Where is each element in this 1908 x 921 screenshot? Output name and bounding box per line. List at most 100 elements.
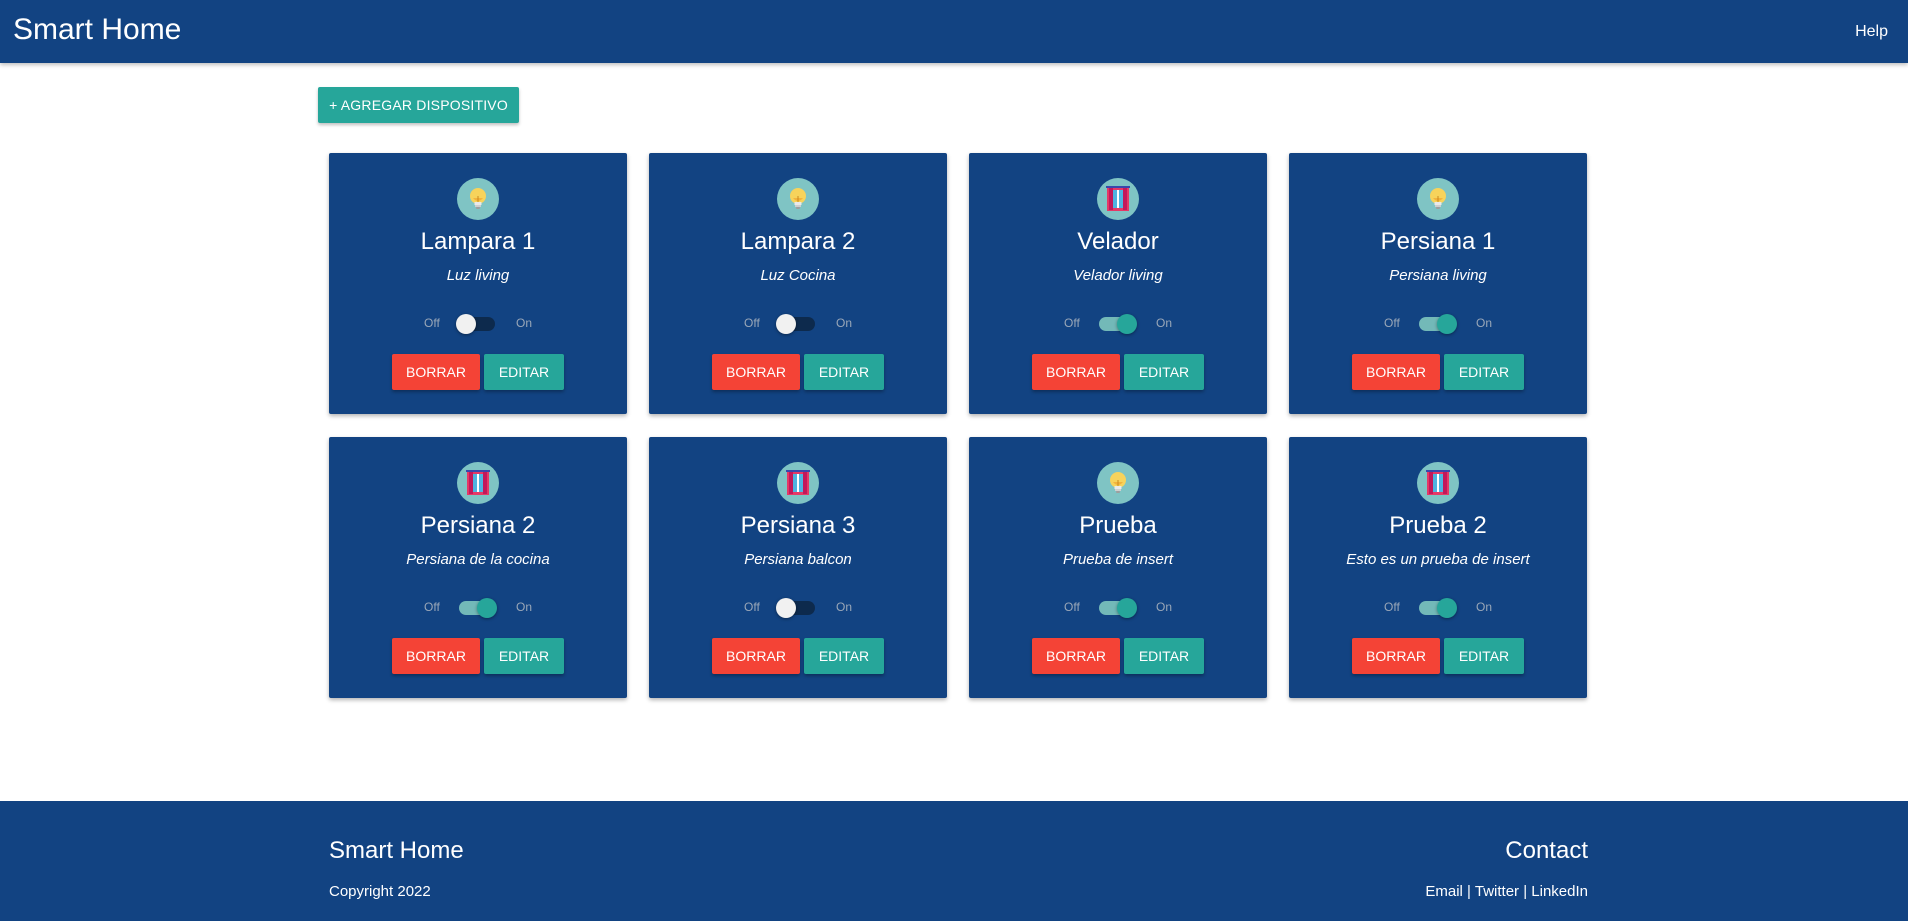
- toggle-knob[interactable]: [1437, 598, 1457, 618]
- toggle-on-label: On: [836, 600, 853, 614]
- edit-button[interactable]: EDITAR: [1444, 354, 1524, 390]
- link-separator: |: [1462, 883, 1475, 900]
- toggle-knob[interactable]: [1117, 598, 1137, 618]
- delete-button[interactable]: BORRAR: [1032, 354, 1120, 390]
- edit-button[interactable]: EDITAR: [484, 354, 564, 390]
- device-name: Prueba: [1079, 512, 1157, 539]
- toggle-knob[interactable]: [477, 598, 497, 618]
- toggle-knob[interactable]: [456, 314, 476, 334]
- toggle-knob[interactable]: [1117, 314, 1137, 334]
- toggle-off-label: Off: [1384, 316, 1400, 330]
- toggle-knob[interactable]: [776, 314, 796, 334]
- toggle-off-label: Off: [1064, 600, 1080, 614]
- device-toggle: Off On: [969, 313, 1267, 335]
- delete-button[interactable]: BORRAR: [392, 638, 480, 674]
- device-name: Persiana 3: [740, 512, 856, 539]
- edit-button[interactable]: EDITAR: [484, 638, 564, 674]
- device-name: Lampara 1: [420, 228, 536, 255]
- edit-button[interactable]: EDITAR: [1124, 354, 1204, 390]
- device-name: Persiana 2: [420, 512, 536, 539]
- footer-link-email[interactable]: Email: [1425, 883, 1463, 900]
- toggle-off-label: Off: [744, 600, 760, 614]
- toggle-switch[interactable]: [456, 314, 495, 334]
- device-card: Persiana 1 Persiana living Off On BORRAR EDIT…: [1289, 153, 1587, 414]
- device-description: Esto es un prueba de insert: [1346, 551, 1530, 568]
- device-name: Velador: [1077, 228, 1159, 255]
- card-actions: BORRAR EDITAR: [1289, 638, 1587, 674]
- toggle-off-label: Off: [424, 316, 440, 330]
- footer: Smart Home Copyright 2022 Contact Email …: [0, 801, 1908, 921]
- toggle-switch[interactable]: [776, 314, 815, 334]
- lightbulb-icon: [457, 178, 499, 220]
- device-card: Lampara 1 Luz living Off On BORRAR EDITAR: [329, 153, 627, 414]
- toggle-off-label: Off: [424, 600, 440, 614]
- device-card: Persiana 2 Persiana de la cocina Off On BORR…: [329, 437, 627, 698]
- device-description: Prueba de insert: [1062, 551, 1174, 568]
- device-name: Lampara 2: [740, 228, 856, 255]
- footer-link-linkedin[interactable]: LinkedIn: [1531, 883, 1588, 900]
- toggle-switch[interactable]: [1099, 598, 1137, 618]
- toggle-switch[interactable]: [459, 598, 497, 618]
- toggle-on-label: On: [1156, 316, 1173, 330]
- toggle-on-label: On: [836, 316, 853, 330]
- device-description: Luz Cocina: [760, 267, 836, 284]
- delete-button[interactable]: BORRAR: [712, 354, 800, 390]
- card-actions: BORRAR EDITAR: [649, 638, 947, 674]
- lightbulb-icon: [777, 178, 819, 220]
- device-description: Persiana de la cocina: [406, 551, 550, 568]
- edit-button[interactable]: EDITAR: [1124, 638, 1204, 674]
- add-device-button[interactable]: + AGREGAR DISPOSITIVO: [318, 87, 519, 123]
- delete-button[interactable]: BORRAR: [1032, 638, 1120, 674]
- device-card: Lampara 2 Luz Cocina Off On BORRAR EDITAR: [649, 153, 947, 414]
- delete-button[interactable]: BORRAR: [1352, 354, 1440, 390]
- delete-button[interactable]: BORRAR: [1352, 638, 1440, 674]
- device-card: Prueba Prueba de insert Off On BORRAR EDITAR: [969, 437, 1267, 698]
- edit-button[interactable]: EDITAR: [1444, 638, 1524, 674]
- device-description: Persiana living: [1389, 267, 1487, 284]
- device-toggle: Off On: [329, 597, 627, 619]
- footer-contact-title: Contact: [1505, 837, 1588, 864]
- toggle-on-label: On: [1156, 600, 1173, 614]
- edit-button[interactable]: EDITAR: [804, 638, 884, 674]
- window-blind-icon: [1097, 178, 1139, 220]
- toggle-off-label: Off: [1064, 316, 1080, 330]
- footer-title: Smart Home: [329, 837, 464, 864]
- delete-button[interactable]: BORRAR: [712, 638, 800, 674]
- footer-link-twitter[interactable]: Twitter: [1475, 883, 1519, 900]
- device-card: Velador Velador living Off On BORRAR EDITAR: [969, 153, 1267, 414]
- toggle-knob[interactable]: [1437, 314, 1457, 334]
- device-name: Prueba 2: [1389, 512, 1487, 539]
- card-actions: BORRAR EDITAR: [969, 354, 1267, 390]
- card-actions: BORRAR EDITAR: [969, 638, 1267, 674]
- window-blind-icon: [457, 462, 499, 504]
- device-toggle: Off On: [969, 597, 1267, 619]
- toggle-on-label: On: [1476, 600, 1493, 614]
- window-blind-icon: [1417, 462, 1459, 504]
- toggle-switch[interactable]: [1419, 598, 1457, 618]
- help-link[interactable]: Help: [1855, 23, 1888, 41]
- toggle-on-label: On: [516, 316, 533, 330]
- toggle-switch[interactable]: [1419, 314, 1457, 334]
- device-card: Prueba 2 Esto es un prueba de insert Off On…: [1289, 437, 1587, 698]
- toggle-off-label: Off: [744, 316, 760, 330]
- top-navbar: Smart Home Help: [0, 0, 1908, 63]
- toggle-switch[interactable]: [1099, 314, 1137, 334]
- device-name: Persiana 1: [1380, 228, 1496, 255]
- delete-button[interactable]: BORRAR: [392, 354, 480, 390]
- device-toggle: Off On: [649, 597, 947, 619]
- card-actions: BORRAR EDITAR: [1289, 354, 1587, 390]
- device-toggle: Off On: [649, 313, 947, 335]
- device-grid: Lampara 1 Luz living Off On BORRAR EDITAR Lamp…: [329, 153, 1588, 698]
- card-actions: BORRAR EDITAR: [649, 354, 947, 390]
- device-toggle: Off On: [1289, 597, 1587, 619]
- device-description: Persiana balcon: [744, 551, 852, 568]
- edit-button[interactable]: EDITAR: [804, 354, 884, 390]
- toggle-switch[interactable]: [776, 598, 815, 618]
- lightbulb-icon: [1097, 462, 1139, 504]
- device-card: Persiana 3 Persiana balcon Off On BORRAR EDIT…: [649, 437, 947, 698]
- lightbulb-icon: [1417, 178, 1459, 220]
- window-blind-icon: [777, 462, 819, 504]
- footer-copyright: Copyright 2022: [329, 883, 431, 900]
- toggle-knob[interactable]: [776, 598, 796, 618]
- app-brand[interactable]: Smart Home: [13, 13, 181, 47]
